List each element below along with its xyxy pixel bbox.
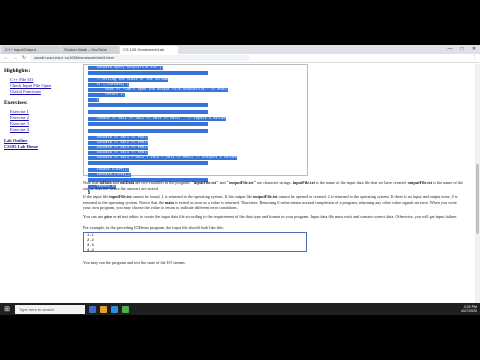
system-tray-clock[interactable]: 3:25 PM 4/27/2020 xyxy=(461,305,477,314)
code-text xyxy=(88,110,208,114)
text: are character strings. xyxy=(255,180,293,185)
text: You can use xyxy=(83,214,105,219)
code-text xyxy=(88,122,208,126)
paragraph-return-values: If the input file inputFile.txt cannot b… xyxy=(83,194,463,211)
page: Highlights: C++ File I/O Check Input Fil… xyxy=(0,64,480,303)
code-line xyxy=(88,161,303,168)
chrome-icon[interactable] xyxy=(122,305,129,313)
page-scrollbar[interactable] xyxy=(475,64,480,303)
text: outData xyxy=(119,180,135,185)
code-text: outData.open("outputFile.txt"); xyxy=(88,66,164,70)
highlights-heading: Highlights: xyxy=(4,68,31,74)
text: inputFile.txt xyxy=(292,180,315,185)
text: main xyxy=(164,199,174,205)
code-line xyxy=(88,129,303,136)
code-text: cout << "Can't open the output file outp… xyxy=(88,88,229,92)
tab-io[interactable]: C++ Input/Output xyxy=(2,46,60,54)
sidebar: Highlights: C++ File I/O Check Input Fil… xyxy=(0,64,80,303)
text: "outputFile.txt" xyxy=(226,180,256,185)
tab-youtube[interactable]: Shuber Walk – YouTube xyxy=(61,46,119,54)
text: and xyxy=(111,180,120,185)
main-content: outData.open("outputFile.txt"); //Testin… xyxy=(80,64,470,303)
code-block: outData.open("outputFile.txt"); //Testin… xyxy=(83,64,308,194)
paragraph-example: For example, in the preceding IODemo pro… xyxy=(83,225,224,230)
scrollbar-thumb[interactable] xyxy=(476,164,479,234)
file-explorer-icon[interactable] xyxy=(100,305,107,313)
reload-icon[interactable]: ↻ xyxy=(21,55,27,61)
text: inData xyxy=(99,180,112,185)
code-text xyxy=(88,103,208,107)
code-text: outData << val4 << endl; xyxy=(88,151,149,155)
clock-date: 4/27/2020 xyxy=(461,309,477,313)
text: pico xyxy=(104,214,112,219)
edge-icon[interactable] xyxy=(111,305,118,313)
url-input[interactable]: cscstf.ucsd.edu/~cs105f/homework/lab3.ht… xyxy=(30,55,250,61)
taskbar: ⊞ Type here to search 3:25 PM 4/27/2020 xyxy=(0,303,480,315)
code-text: inData.close(); xyxy=(88,168,129,172)
sidebar-link-useful-functions[interactable]: Useful Functions xyxy=(10,89,76,95)
code-text: outData << val2 << endl; xyxy=(88,141,149,145)
text: If the input file xyxy=(83,194,110,199)
screen: C++ Input/Output Shuber Walk – YouTube C… xyxy=(0,45,480,315)
code-line xyxy=(88,103,303,110)
code-line xyxy=(88,110,303,117)
text: cannot be found, 1 is returned to the op… xyxy=(131,194,254,199)
code-text: //Testing the state of the stream xyxy=(88,78,168,82)
code-text: } xyxy=(88,98,99,102)
window-controls: — □ ✕ xyxy=(444,45,480,54)
windows-start-icon[interactable]: ⊞ xyxy=(3,305,11,313)
text: inputFile.txt xyxy=(109,194,132,199)
text: are two variables in the program. xyxy=(134,180,192,185)
close-button[interactable]: ✕ xyxy=(468,45,480,54)
text: outputFile.txt xyxy=(253,194,278,199)
menu-icon[interactable]: ⋮ xyxy=(472,55,477,61)
paragraph-run: You may run the program and test the sta… xyxy=(83,260,186,265)
text: text editor to create the input data fil… xyxy=(120,214,458,219)
text: "inputFile.txt" xyxy=(191,180,219,185)
text: outputFile.txt xyxy=(407,180,433,185)
text: and xyxy=(218,180,227,185)
maximize-button[interactable]: □ xyxy=(456,45,468,54)
paragraph-variables: Note that inData and outData are two var… xyxy=(83,180,463,191)
input-file-example: 1.1 2.2 3.3 4.4 xyxy=(83,232,307,253)
code-text xyxy=(88,129,208,133)
code-text: outData << val1 + val2 + val3 + val4 << … xyxy=(88,156,237,160)
code-text: return 1; xyxy=(88,93,125,97)
code-text: outData << val1 << endl; xyxy=(88,136,149,140)
address-bar: ← → ↻ cscstf.ucsd.edu/~cs105f/homework/l… xyxy=(0,54,480,63)
code-text xyxy=(88,71,208,75)
code-line xyxy=(88,122,303,129)
code-line xyxy=(88,71,303,78)
code-text: outData.close(); xyxy=(88,173,132,177)
text: Note that xyxy=(83,180,100,185)
code-text: inData >> val1 >> val2 >> val3 >> val4; … xyxy=(88,117,227,121)
code-text xyxy=(88,161,208,165)
tab-lab[interactable]: CS 105 Homework/Lab xyxy=(120,46,178,54)
sidebar-link-exercise-4[interactable]: Exercise 4 xyxy=(10,127,76,133)
input-file-line: 4.4 xyxy=(87,249,94,253)
exercises-heading: Exercises: xyxy=(4,100,28,106)
task-view-icon[interactable] xyxy=(89,305,96,313)
tab-bar: C++ Input/Output Shuber Walk – YouTube C… xyxy=(0,45,480,54)
taskbar-search-input[interactable]: Type here to search xyxy=(15,304,85,314)
paragraph-editors: You can use pico or vi text editor to cr… xyxy=(83,214,463,220)
code-text: outData << val3 << endl; xyxy=(88,146,149,150)
text: is the name of the input data file that … xyxy=(314,180,408,185)
forward-icon[interactable]: → xyxy=(12,55,18,61)
back-icon[interactable]: ← xyxy=(3,55,9,61)
sidebar-link-lab-home[interactable]: CS105 Lab Home xyxy=(4,144,76,150)
minimize-button[interactable]: — xyxy=(444,45,456,54)
code-text: if (!outData) { xyxy=(88,83,129,87)
